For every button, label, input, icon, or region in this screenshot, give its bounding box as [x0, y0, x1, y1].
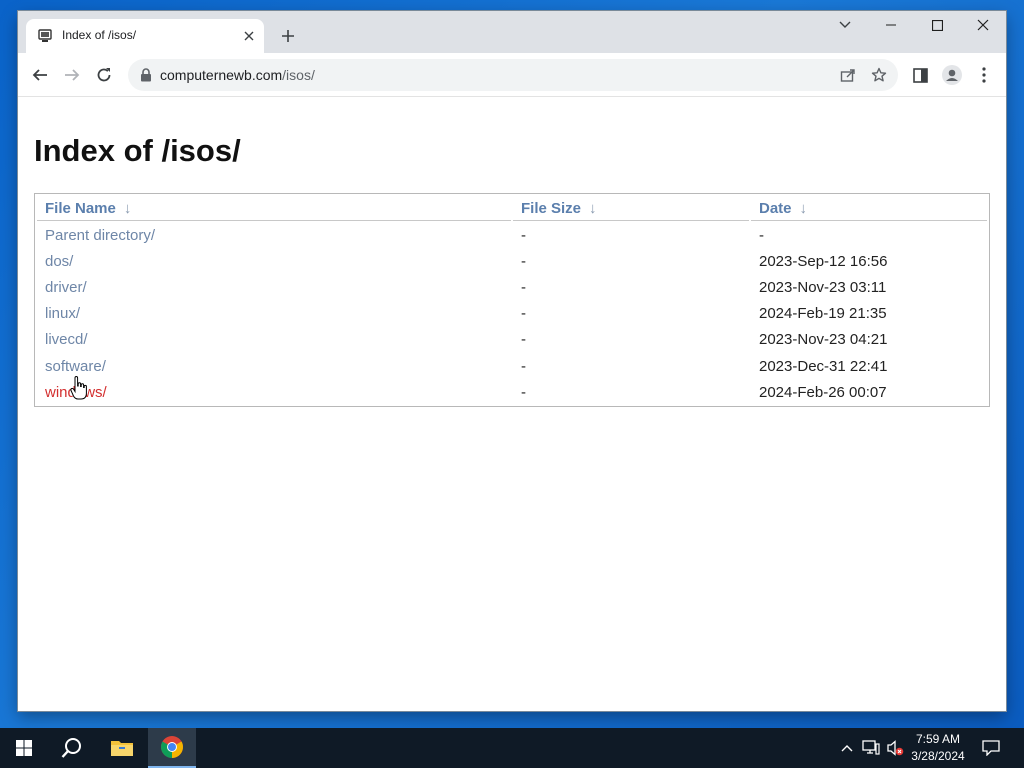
- table-row: software/ - 2023-Dec-31 22:41: [35, 354, 989, 380]
- file-size: -: [521, 384, 526, 401]
- column-header-date-label: Date: [759, 200, 792, 217]
- table-row: Parent directory/ - -: [35, 223, 989, 249]
- tab-search-chevron-icon[interactable]: [822, 11, 868, 39]
- column-header-date[interactable]: Date ↓: [759, 200, 807, 217]
- share-icon[interactable]: [839, 66, 857, 84]
- computer-favicon-icon: [38, 29, 52, 42]
- table-row: windows/ - 2024-Feb-26 00:07: [35, 380, 989, 406]
- taskbar-clock[interactable]: 7:59 AM 3/28/2024: [900, 731, 976, 765]
- header-divider: [513, 220, 749, 221]
- header-divider: [37, 220, 511, 221]
- tab-title: Index of /isos/: [62, 28, 137, 42]
- column-header-file-name-label: File Name: [45, 200, 116, 217]
- clock-time: 7:59 AM: [915, 732, 961, 746]
- reload-icon[interactable]: [92, 63, 116, 87]
- side-panel-icon[interactable]: [910, 65, 930, 85]
- chrome-taskbar-icon[interactable]: [148, 728, 196, 768]
- minimize-icon[interactable]: [868, 11, 914, 39]
- chevron-up-icon[interactable]: [838, 739, 856, 757]
- file-size: -: [521, 331, 526, 348]
- column-header-file-size[interactable]: File Size ↓: [521, 200, 597, 217]
- clock-date: 3/28/2024: [911, 749, 965, 763]
- url-path: /isos/: [282, 67, 315, 83]
- file-date: 2023-Dec-31 22:41: [759, 358, 888, 375]
- file-link-parent-directory[interactable]: Parent directory/: [45, 227, 155, 244]
- page-content: Index of /isos/ File Name ↓ File Size ↓ Da…: [18, 98, 1006, 711]
- file-size: -: [521, 305, 526, 322]
- file-date: 2024-Feb-26 00:07: [759, 384, 887, 401]
- bookmark-star-icon[interactable]: [870, 66, 888, 84]
- file-size: -: [521, 279, 526, 296]
- file-date: 2023-Nov-23 04:21: [759, 331, 888, 348]
- column-header-file-name[interactable]: File Name ↓: [45, 200, 131, 217]
- back-arrow-icon[interactable]: [28, 63, 52, 87]
- windows-start-icon[interactable]: [0, 728, 48, 768]
- file-size: -: [521, 227, 526, 244]
- address-bar[interactable]: computernewb.com/isos/: [128, 59, 898, 91]
- header-divider: [751, 220, 987, 221]
- notification-icon[interactable]: [982, 739, 1000, 757]
- file-date: 2024-Feb-19 21:35: [759, 305, 887, 322]
- kebab-menu-icon[interactable]: [974, 65, 994, 85]
- sort-arrow-down-icon: ↓: [799, 200, 808, 217]
- maximize-icon[interactable]: [914, 11, 960, 39]
- taskbar: 7:59 AM 3/28/2024: [0, 728, 1024, 768]
- file-link-software[interactable]: software/: [45, 358, 106, 375]
- tab-index-isos[interactable]: Index of /isos/: [26, 19, 264, 53]
- file-date: 2023-Nov-23 03:11: [759, 279, 887, 296]
- file-explorer-folder-icon[interactable]: [98, 728, 146, 768]
- file-link-linux[interactable]: linux/: [45, 305, 80, 322]
- network-icon[interactable]: [862, 739, 880, 757]
- url-text[interactable]: computernewb.com/isos/: [160, 67, 315, 83]
- file-size: -: [521, 253, 526, 270]
- file-link-dos[interactable]: dos/: [45, 253, 73, 270]
- browser-toolbar: computernewb.com/isos/: [18, 53, 1006, 97]
- table-row: driver/ - 2023-Nov-23 03:11: [35, 275, 989, 301]
- file-link-livecd[interactable]: livecd/: [45, 331, 88, 348]
- hand-cursor-icon: [70, 376, 87, 400]
- file-date: 2023-Sep-12 16:56: [759, 253, 888, 270]
- column-header-file-size-label: File Size: [521, 200, 582, 217]
- file-size: -: [521, 358, 526, 375]
- file-listing-table: File Name ↓ File Size ↓ Date ↓ Parent direc…: [34, 193, 990, 407]
- table-row: dos/ - 2023-Sep-12 16:56: [35, 249, 989, 275]
- table-row: livecd/ - 2023-Nov-23 04:21: [35, 327, 989, 353]
- sort-arrow-down-icon: ↓: [123, 200, 132, 217]
- file-date: -: [759, 227, 764, 244]
- profile-avatar-icon[interactable]: [942, 65, 962, 85]
- url-domain: computernewb.com: [160, 67, 283, 83]
- close-tab-icon[interactable]: [240, 27, 258, 45]
- tab-strip: Index of /isos/: [18, 11, 1006, 53]
- forward-arrow-icon[interactable]: [60, 63, 84, 87]
- search-icon[interactable]: [48, 728, 96, 768]
- sort-arrow-down-icon: ↓: [589, 200, 597, 217]
- close-window-icon[interactable]: [960, 11, 1006, 39]
- file-link-driver[interactable]: driver/: [45, 279, 87, 296]
- new-tab-icon[interactable]: [277, 25, 299, 47]
- lock-icon[interactable]: [140, 68, 152, 82]
- table-row: linux/ - 2024-Feb-19 21:35: [35, 301, 989, 327]
- browser-window: Index of /isos/ computernewb.com/isos/ I…: [18, 11, 1006, 711]
- page-title: Index of /isos/: [34, 133, 241, 168]
